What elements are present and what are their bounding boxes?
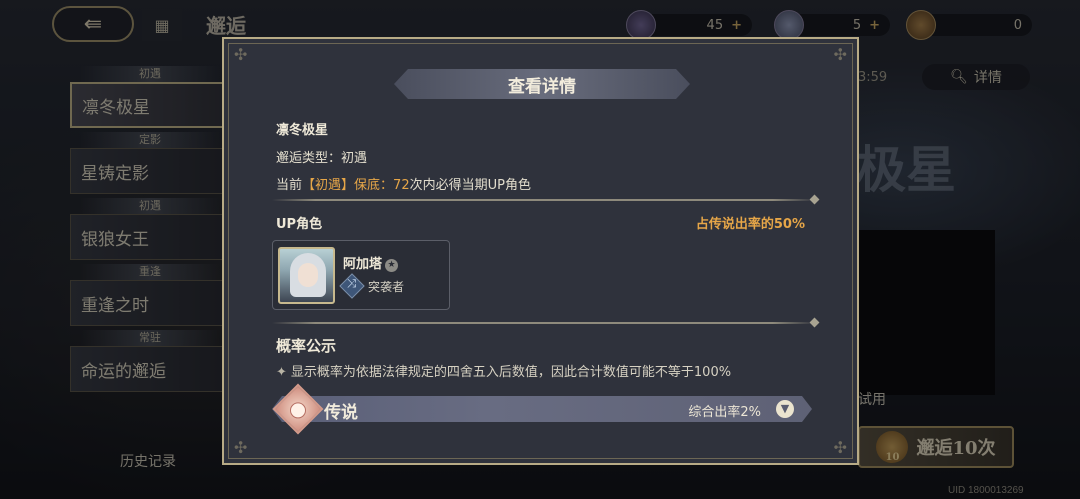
dialog-title: 查看详情 [394, 69, 690, 99]
summon-type: 邂逅类型：初遇 [276, 151, 368, 166]
detail-dialog: ✣ ✣ ✣ ✣ 查看详情 凛冬极星 邂逅类型：初遇 当前【初遇】保底：72次内必… [222, 37, 859, 465]
character-name-row: 阿加塔 ★ [343, 253, 399, 272]
character-name: 阿加塔 [343, 257, 383, 272]
pity-prefix: 当前 [276, 178, 303, 193]
corner-ornament-icon: ✣ [833, 438, 847, 457]
rarity-rate: 综合出率2% [688, 405, 761, 420]
pity-info: 当前【初遇】保底：72次内必得当期UP角色 [276, 174, 531, 193]
probability-note: ✦ 显示概率为依据法律规定的四舍五入后数值，因此合计数值可能不等于100% [276, 361, 731, 380]
rarity-name: 传说 [324, 403, 358, 423]
character-card[interactable]: 阿加塔★ 突袭者 [272, 240, 450, 310]
divider [272, 322, 816, 324]
corner-ornament-icon: ✣ [234, 438, 248, 457]
chevron-down-icon[interactable]: ▼ [776, 400, 794, 418]
sparkle-icon: ✦ [276, 365, 287, 380]
pity-tag: 【初遇】保底 [302, 178, 381, 193]
divider [272, 199, 816, 201]
character-class: 突袭者 [368, 280, 405, 294]
corner-ornament-icon: ✣ [234, 45, 248, 64]
pity-colon: ： [380, 178, 394, 193]
probability-title: 概率公示 [276, 337, 337, 355]
pity-count: 72 [393, 178, 410, 193]
pity-suffix: 次内必得当期UP角色 [409, 178, 531, 193]
legend-rarity-icon [272, 383, 324, 435]
up-section-title: UP角色 [276, 217, 323, 232]
banner-name: 凛冬极星 [276, 123, 329, 138]
character-portrait [278, 247, 335, 304]
corner-ornament-icon: ✣ [833, 45, 847, 64]
up-rate: 占传说出率的50% [695, 217, 805, 232]
star-badge-icon: ★ [385, 259, 399, 272]
assault-class-icon [339, 273, 365, 299]
probability-note-text: 显示概率为依据法律规定的四舍五入后数值，因此合计数值可能不等于100% [290, 365, 732, 380]
